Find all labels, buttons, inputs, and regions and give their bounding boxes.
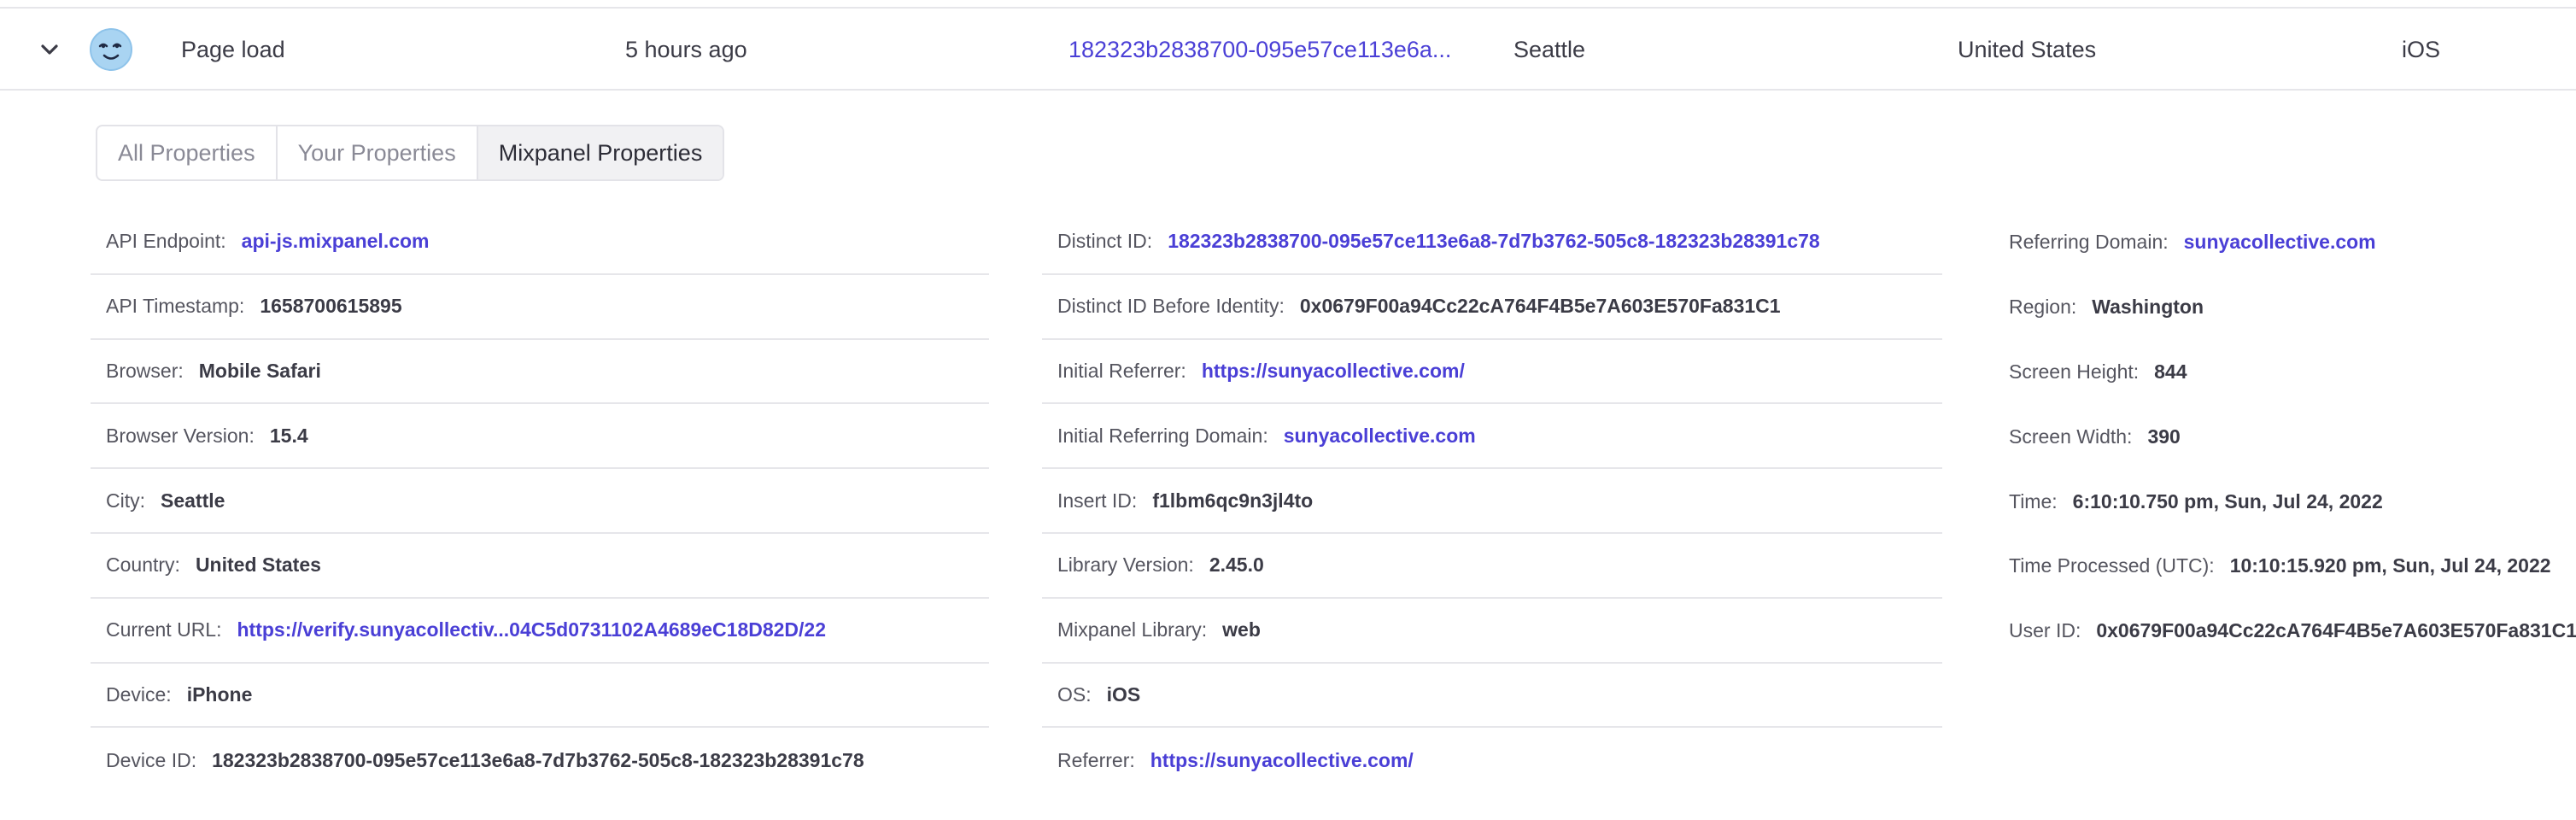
property-value-link[interactable]: https://sunyacollective.com/ — [1150, 749, 1414, 772]
property-value: 182323b2838700-095e57ce113e6a8-7d7b3762-… — [212, 748, 864, 771]
property-value: iOS — [1106, 682, 1141, 706]
property-key: Region: — [2009, 296, 2077, 319]
property-key: Referring Domain: — [2009, 231, 2169, 254]
property-key: Time: — [2009, 489, 2058, 512]
property-key: Referrer: — [1057, 748, 1135, 771]
property-key: User ID: — [2009, 619, 2081, 642]
property-row: Time Processed (UTC): 10:10:15.920 pm, Su… — [1993, 534, 2576, 599]
chevron-down-icon-svg — [41, 44, 58, 55]
tab-your-properties[interactable]: Your Properties — [278, 126, 478, 179]
property-value-link[interactable]: sunyacollective.com — [2184, 231, 2376, 254]
property-value: Washington — [2092, 296, 2204, 319]
property-value: web — [1222, 618, 1261, 641]
property-row: Browser Version: 15.4 — [91, 404, 989, 470]
event-distinct-id-link[interactable]: 182323b2838700-095e57ce113e6a... — [1068, 9, 1451, 91]
tab-mixpanel-properties[interactable]: Mixpanel Properties — [477, 126, 723, 179]
property-row: City: Seattle — [91, 469, 989, 534]
property-row: Referrer: https://sunyacollective.com/ — [1042, 728, 1942, 793]
property-value-link[interactable]: api-js.mixpanel.com — [242, 230, 430, 253]
event-country: United States — [1958, 36, 2097, 62]
event-row[interactable]: Page load 5 hours ago 182323b2838700-095… — [0, 9, 2576, 91]
property-value: 10:10:15.920 pm, Sun, Jul 24, 2022 — [2229, 554, 2551, 577]
property-value: 1658700615895 — [260, 295, 402, 318]
property-row: Browser: Mobile Safari — [91, 340, 989, 405]
property-key: Country: — [106, 554, 180, 577]
property-value-link[interactable]: 182323b2838700-095e57ce113e6a8-7d7b3762-… — [1168, 230, 1820, 253]
properties-column-3: Referring Domain: sunyacollective.com Reg… — [1993, 210, 2576, 664]
property-value: 0x0679F00a94Cc22cA764F4B5e7A603E570Fa831… — [1299, 295, 1781, 318]
tab-all-properties[interactable]: All Properties — [97, 126, 278, 179]
property-key: Mixpanel Library: — [1057, 618, 1208, 641]
property-row: Time: 6:10:10.750 pm, Sun, Jul 24, 2022 — [1993, 469, 2576, 534]
property-value: 0x0679F00a94Cc22cA764F4B5e7A603E570Fa831… — [2096, 619, 2576, 642]
property-value-link[interactable]: sunyacollective.com — [1284, 425, 1476, 448]
property-value: 2.45.0 — [1209, 554, 1264, 577]
event-name: Page load — [181, 36, 285, 62]
properties-tabs: All Properties Your Properties Mixpanel … — [96, 125, 725, 181]
property-key: Distinct ID Before Identity: — [1057, 295, 1285, 318]
property-row: API Timestamp: 1658700615895 — [91, 275, 989, 340]
property-row: Current URL: https://verify.sunyacollecti… — [91, 599, 989, 664]
property-key: Time Processed (UTC): — [2009, 554, 2215, 577]
property-key: API Endpoint: — [106, 230, 226, 253]
property-row: Referring Domain: sunyacollective.com — [1993, 210, 2576, 275]
property-row: User ID: 0x0679F00a94Cc22cA764F4B5e7A603E… — [1993, 599, 2576, 664]
event-os: iOS — [2402, 36, 2441, 62]
property-value: iPhone — [186, 682, 253, 706]
property-row: API Endpoint: api-js.mixpanel.com — [91, 210, 989, 275]
property-row: Screen Height: 844 — [1993, 340, 2576, 405]
property-key: Device ID: — [106, 748, 197, 771]
property-key: Insert ID: — [1057, 489, 1138, 512]
property-row: Screen Width: 390 — [1993, 404, 2576, 469]
property-row: Insert ID: f1lbm6qc9n3jl4to — [1042, 469, 1942, 534]
event-city: Seattle — [1513, 36, 1586, 62]
property-row: Device: iPhone — [91, 664, 989, 729]
property-key: Screen Height: — [2009, 360, 2140, 383]
property-key: Library Version: — [1057, 554, 1194, 577]
property-value: 6:10:10.750 pm, Sun, Jul 24, 2022 — [2072, 489, 2383, 512]
property-key: Distinct ID: — [1057, 230, 1153, 253]
property-row: Library Version: 2.45.0 — [1042, 534, 1942, 599]
chevron-down-icon[interactable] — [34, 9, 65, 91]
property-row: Initial Referring Domain: sunyacollective… — [1042, 404, 1942, 470]
property-key: Initial Referring Domain: — [1057, 424, 1268, 447]
property-row: Country: United States — [91, 534, 989, 599]
property-row: Initial Referrer: https://sunyacollective… — [1042, 340, 1942, 405]
properties-column-1: API Endpoint: api-js.mixpanel.com API Tim… — [91, 210, 989, 793]
property-key: API Timestamp: — [106, 295, 245, 318]
property-row: Distinct ID: 182323b2838700-095e57ce113e6… — [1042, 210, 1942, 275]
property-key: OS: — [1057, 682, 1092, 706]
user-avatar-icon — [89, 9, 133, 91]
property-key: Browser Version: — [106, 424, 255, 447]
property-key: Screen Width: — [2009, 425, 2133, 448]
property-key: Initial Referrer: — [1057, 359, 1186, 382]
property-row: OS: iOS — [1042, 664, 1942, 729]
event-time: 5 hours ago — [625, 36, 747, 62]
property-row: Region: Washington — [1993, 275, 2576, 340]
property-key: Browser: — [106, 359, 184, 382]
property-value-link[interactable]: https://sunyacollective.com/ — [1202, 360, 1465, 383]
property-value: 844 — [2154, 360, 2187, 383]
property-value: 15.4 — [269, 424, 308, 447]
property-value: Mobile Safari — [198, 359, 321, 382]
property-row: Distinct ID Before Identity: 0x0679F00a94… — [1042, 275, 1942, 340]
property-value-link[interactable]: https://verify.sunyacollectiv...04C5d073… — [237, 618, 826, 641]
property-row: Mixpanel Library: web — [1042, 599, 1942, 664]
property-row: Device ID: 182323b2838700-095e57ce113e6a8… — [91, 728, 989, 793]
property-value: United States — [195, 554, 321, 577]
property-value: f1lbm6qc9n3jl4to — [1152, 489, 1314, 512]
property-key: Current URL: — [106, 618, 222, 641]
avatar-face-svg — [90, 28, 132, 71]
properties-column-2: Distinct ID: 182323b2838700-095e57ce113e6… — [1042, 210, 1942, 793]
property-key: City: — [106, 489, 145, 512]
property-value: 390 — [2147, 425, 2181, 448]
property-key: Device: — [106, 682, 172, 706]
property-value: Seattle — [161, 489, 225, 512]
